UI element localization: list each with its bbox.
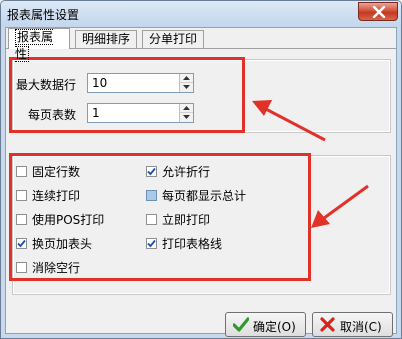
green-check-icon: [233, 317, 249, 332]
title-bar[interactable]: 报表属性设置: [1, 1, 401, 27]
tab-label: 分单打印: [149, 32, 198, 46]
tab-split-print[interactable]: 分单打印: [142, 30, 204, 48]
ok-button[interactable]: 确定(O): [225, 312, 306, 337]
red-x-icon: [320, 317, 335, 332]
cancel-button[interactable]: 取消(C): [312, 312, 393, 337]
tab-strip: 报表属性 明细排序 分单打印: [6, 28, 396, 62]
close-button[interactable]: [358, 2, 398, 21]
ok-label: 确定(O): [253, 320, 296, 334]
window-title: 报表属性设置: [7, 8, 80, 22]
dialog-body: 报表属性 明细排序 分单打印 最大数据行 10 每页表数 1 固定行数 允许折行…: [5, 27, 397, 337]
annotation-box-options: [9, 153, 311, 281]
tab-panel: 最大数据行 10 每页表数 1 固定行数 允许折行 连续打印 每页都显示总计 使…: [6, 48, 396, 302]
tab-label: 明细排序: [82, 32, 131, 46]
annotation-box-fields: [9, 57, 245, 133]
close-icon: [372, 6, 386, 18]
dialog-window: 报表属性设置 报表属性 明细排序 分单打印 最大数据行 10 每页表数 1 固定…: [0, 0, 402, 339]
tab-report-properties[interactable]: 报表属性: [8, 28, 70, 62]
tab-detail-sort[interactable]: 明细排序: [75, 30, 137, 48]
cancel-label: 取消(C): [340, 320, 382, 334]
